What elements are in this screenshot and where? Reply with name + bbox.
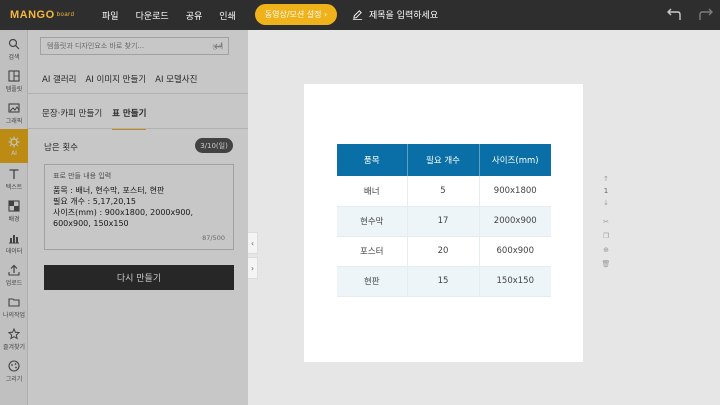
redo-icon[interactable] xyxy=(699,8,715,22)
table-header: 사이즈(mm) xyxy=(479,144,551,176)
page-up-button[interactable]: ↑ xyxy=(601,175,611,183)
trash-icon: 🗑 xyxy=(601,260,611,268)
table-row: 배너 5 900x1800 xyxy=(337,176,551,207)
table-row: 현수막 17 2000x900 xyxy=(337,206,551,237)
document-title[interactable]: 제목을 입력하세요 xyxy=(352,8,438,21)
chevron-right-icon: › xyxy=(250,263,255,273)
cut-button[interactable]: ✂ xyxy=(601,218,611,226)
video-motion-button[interactable]: 동영상/모션 설정 › xyxy=(255,4,337,25)
table-row: 현판 15 150x150 xyxy=(337,266,551,297)
delete-page-button[interactable]: 🗑 xyxy=(601,260,611,268)
menu-share[interactable]: 공유 xyxy=(186,9,203,22)
table-cell: 5 xyxy=(407,176,480,207)
pencil-icon xyxy=(352,10,363,20)
add-page-button[interactable]: ⊕ xyxy=(601,246,611,254)
design-page[interactable]: 품목 필요 개수 사이즈(mm) 배너 5 900x1800 현수막 17 20… xyxy=(304,84,583,362)
table-cell: 20 xyxy=(407,236,480,267)
table-row: 포스터 20 600x900 xyxy=(337,236,551,267)
page-number: 1 xyxy=(603,187,609,195)
main-menu: 파일 다운로드 공유 인쇄 xyxy=(78,0,253,30)
arrow-down-icon: ↓ xyxy=(603,199,609,207)
menu-print[interactable]: 인쇄 xyxy=(219,9,236,22)
table-header: 품목 xyxy=(337,144,408,176)
copy-page-button[interactable]: ❐ xyxy=(601,232,611,240)
generated-table[interactable]: 품목 필요 개수 사이즈(mm) 배너 5 900x1800 현수막 17 20… xyxy=(337,144,551,297)
expand-panel-button[interactable]: › xyxy=(248,257,258,279)
top-bar: MANGO board 파일 다운로드 공유 인쇄 동영상/모션 설정 › 제목을… xyxy=(0,0,720,30)
table-cell: 900x1800 xyxy=(479,176,551,207)
table-header: 필요 개수 xyxy=(407,144,480,176)
plus-circle-icon: ⊕ xyxy=(603,246,609,254)
table-cell: 2000x900 xyxy=(479,206,551,237)
logo[interactable]: MANGO board xyxy=(0,0,78,30)
arrow-up-icon: ↑ xyxy=(603,175,609,183)
table-cell: 현수막 xyxy=(337,206,408,237)
table-cell: 600x900 xyxy=(479,236,551,267)
collapse-panel-button[interactable]: ‹ xyxy=(248,232,258,254)
copy-icon: ❐ xyxy=(602,232,610,240)
panel-dim-overlay xyxy=(0,30,248,405)
table-cell: 150x150 xyxy=(479,266,551,297)
page-down-button[interactable]: ↓ xyxy=(601,199,611,207)
undo-icon[interactable] xyxy=(665,8,681,22)
scissors-icon: ✂ xyxy=(603,218,609,226)
document-title-text: 제목을 입력하세요 xyxy=(369,11,439,21)
table-cell: 배너 xyxy=(337,176,408,207)
menu-download[interactable]: 다운로드 xyxy=(136,9,169,22)
table-cell: 포스터 xyxy=(337,236,408,267)
table-cell: 17 xyxy=(407,206,480,237)
chevron-left-icon: ‹ xyxy=(250,238,255,248)
table-header-row: 품목 필요 개수 사이즈(mm) xyxy=(337,144,551,176)
table-cell: 현판 xyxy=(337,266,408,297)
menu-file[interactable]: 파일 xyxy=(102,9,119,22)
table-cell: 15 xyxy=(407,266,480,297)
logo-sub: board xyxy=(56,12,75,18)
logo-text: MANGO xyxy=(10,9,55,21)
